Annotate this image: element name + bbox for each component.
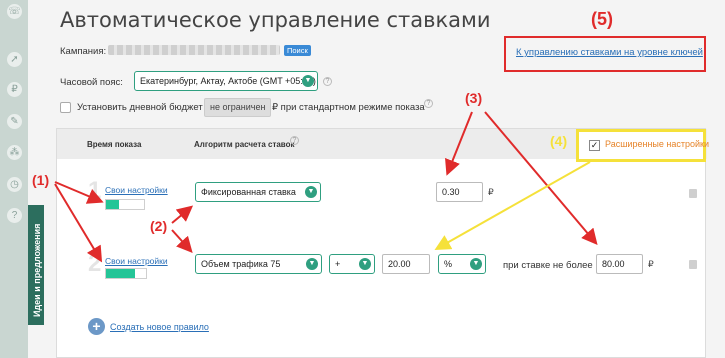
chevron-down-icon: ▼ <box>470 258 482 270</box>
search-badge: Поиск <box>284 45 311 56</box>
help-icon[interactable]: ? <box>323 77 332 86</box>
timezone-label: Часовой пояс: <box>60 77 123 88</box>
row-number: 1 <box>88 177 102 204</box>
trash-icon[interactable] <box>689 260 697 269</box>
currency: ₽ <box>648 259 654 269</box>
col-algo: Алгоритм расчета ставок <box>194 140 295 149</box>
page-title: Автоматическое управление ставками <box>60 8 491 32</box>
annotation-2: (2) <box>150 218 168 234</box>
algorithm-value: Объем трафика 75 <box>201 259 281 269</box>
col-time: Время показа <box>87 140 142 149</box>
network-icon[interactable]: ⁂ <box>7 145 22 160</box>
campaign-name-blurred <box>108 45 280 55</box>
ruble-icon[interactable]: ₽ <box>7 82 22 97</box>
algorithm-value: Фиксированная ставка <box>201 187 296 197</box>
help-icon[interactable]: ? <box>7 208 22 223</box>
chevron-down-icon: ▼ <box>305 186 317 198</box>
advanced-settings-checkbox[interactable]: ✓ <box>589 140 600 151</box>
schedule-progress <box>105 199 145 210</box>
annotation-5: (5) <box>591 9 613 29</box>
daily-budget-label: Установить дневной бюджет <box>77 102 203 113</box>
phone-icon[interactable]: ☏ <box>7 4 22 19</box>
adjustment-input[interactable]: 20.00 <box>382 254 430 274</box>
keyword-bids-link[interactable]: К управлению ставками на уровне ключей <box>516 47 703 58</box>
plus-icon: + <box>88 318 105 335</box>
schedule-progress <box>105 268 147 279</box>
create-rule-label: Создать новое правило <box>110 322 209 332</box>
budget-suffix: ₽ при стандартном режиме показа <box>272 102 425 113</box>
clock-icon[interactable]: ◷ <box>7 177 22 192</box>
bid-input[interactable]: 0.30 <box>436 182 483 202</box>
budget-unlimited-button[interactable]: не ограничен <box>204 98 272 117</box>
algorithm-select[interactable]: Объем трафика 75 ▼ <box>195 254 322 274</box>
help-icon[interactable]: ? <box>290 136 299 145</box>
max-bid-label: при ставке не более <box>503 260 593 271</box>
keyword-link-highlight: К управлению ставками на уровне ключей <box>504 36 706 72</box>
chevron-down-icon: ▼ <box>306 258 318 270</box>
table-row: 2 Свои настройки Объем трафика 75 ▼ + ▼ … <box>57 230 707 292</box>
main-content: Автоматическое управление ставками Кампа… <box>32 0 725 358</box>
unit-select[interactable]: % ▼ <box>438 254 486 274</box>
annotation-1: (1) <box>32 172 50 188</box>
campaign-label: Кампания: <box>60 46 107 57</box>
ideas-tab-label: Идеи и предложения <box>32 223 42 317</box>
annotation-4: (4) <box>550 133 568 149</box>
row-number: 2 <box>88 250 102 277</box>
timezone-select[interactable]: Екатеринбург, Актау, Актобе (GMT +05:00)… <box>134 71 318 91</box>
wrench-icon[interactable]: ✎ <box>7 114 22 129</box>
table-row: 1 Свои настройки Фиксированная ставка ▼ … <box>57 163 707 225</box>
daily-budget-checkbox[interactable] <box>60 102 71 113</box>
advanced-settings-highlight: ✓ Расширенные настройки <box>576 129 709 162</box>
operator-select[interactable]: + ▼ <box>329 254 375 274</box>
rocket-icon[interactable]: ➚ <box>7 52 22 67</box>
algorithm-select[interactable]: Фиксированная ставка ▼ <box>195 182 321 202</box>
unit-value: % <box>444 259 453 269</box>
adjustment-value: 20.00 <box>388 259 411 269</box>
max-bid-input[interactable]: 80.00 <box>596 254 643 274</box>
currency: ₽ <box>488 187 494 197</box>
annotation-3: (3) <box>465 90 483 106</box>
timezone-value: Екатеринбург, Актау, Актобе (GMT +05:00) <box>140 76 316 86</box>
help-icon[interactable]: ? <box>424 99 433 108</box>
ideas-tab[interactable]: Идеи и предложения <box>28 205 44 325</box>
trash-icon[interactable] <box>689 189 697 198</box>
time-settings-link[interactable]: Свои настройки <box>105 256 168 266</box>
left-sidebar: ☏ ➚ ₽ ✎ ⁂ ◷ ? <box>0 0 28 358</box>
operator-value: + <box>335 259 341 269</box>
chevron-down-icon: ▼ <box>302 75 314 87</box>
advanced-settings-label[interactable]: Расширенные настройки <box>605 139 709 149</box>
chevron-down-icon: ▼ <box>359 258 371 270</box>
time-settings-link[interactable]: Свои настройки <box>105 185 168 195</box>
